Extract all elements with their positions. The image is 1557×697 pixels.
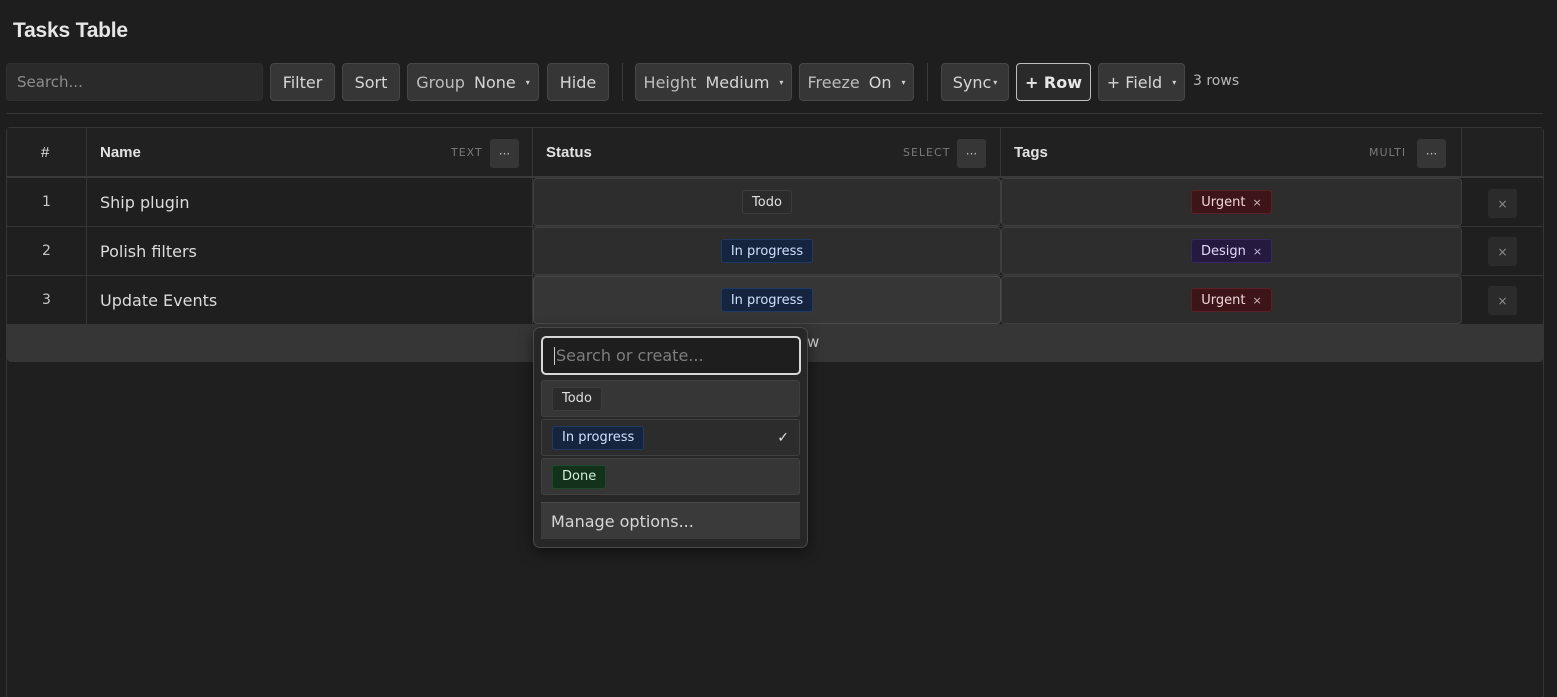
group-dropdown[interactable]: Group None ▾ xyxy=(407,63,539,101)
tags-cell[interactable]: Urgent × xyxy=(1001,178,1462,226)
row-number: 2 xyxy=(7,227,87,275)
option-in-progress[interactable]: In progress ✓ xyxy=(541,419,800,456)
status-pill: Todo xyxy=(742,190,792,214)
status-pill: In progress xyxy=(720,288,814,312)
remove-tag-icon[interactable]: × xyxy=(1253,196,1262,209)
column-label: Tags xyxy=(1014,144,1048,161)
manage-options-button[interactable]: Manage options... xyxy=(541,502,800,539)
status-options-dropdown: Search or create... Todo In progress ✓ D… xyxy=(533,327,808,548)
option-todo[interactable]: Todo xyxy=(541,380,800,417)
filter-button[interactable]: Filter xyxy=(270,63,335,101)
option-pill: In progress xyxy=(552,425,645,450)
column-header-index: # xyxy=(7,128,87,178)
tag-label: Urgent xyxy=(1201,194,1246,210)
column-header-tags[interactable]: Tags MULTI ··· xyxy=(1001,128,1462,178)
delete-row-button[interactable]: × xyxy=(1488,286,1517,315)
row-number: 3 xyxy=(7,276,87,324)
text-cursor xyxy=(554,346,555,365)
freeze-value: On xyxy=(868,72,892,92)
column-type: TEXT xyxy=(451,146,483,159)
delete-row-button[interactable]: × xyxy=(1488,189,1517,218)
tag-label: Design xyxy=(1200,243,1246,259)
option-search-placeholder: Search or create... xyxy=(556,346,704,365)
group-value: None xyxy=(473,72,516,92)
option-pill: Todo xyxy=(552,386,602,411)
chevron-down-icon: ▾ xyxy=(525,77,530,87)
table-row: 2 Polish filters In progress Design × × xyxy=(7,227,1543,276)
height-value: Medium xyxy=(705,72,770,92)
checkmark-icon: ✓ xyxy=(777,429,789,446)
sync-label: Sync xyxy=(952,72,992,92)
search-placeholder: Search... xyxy=(17,73,83,91)
height-dropdown[interactable]: Height Medium ▾ xyxy=(635,63,792,101)
divider xyxy=(6,113,1543,114)
add-row-bar-label: w xyxy=(807,333,820,351)
tag-pill: Design × xyxy=(1190,239,1273,263)
tags-cell[interactable]: Design × xyxy=(1001,227,1462,275)
column-label: Name xyxy=(100,144,141,161)
column-type: SELECT xyxy=(903,146,951,159)
tags-cell[interactable]: Urgent × xyxy=(1001,276,1462,324)
table-row: 1 Ship plugin Todo Urgent × × xyxy=(7,178,1543,227)
column-menu-button[interactable]: ··· xyxy=(1417,139,1446,168)
chevron-down-icon: ▾ xyxy=(779,77,784,87)
chevron-down-icon: ▾ xyxy=(901,77,906,87)
option-search-input[interactable]: Search or create... xyxy=(541,336,801,375)
status-cell[interactable]: In progress xyxy=(533,276,1001,324)
column-menu-button[interactable]: ··· xyxy=(957,139,986,168)
name-cell[interactable]: Ship plugin xyxy=(87,178,533,226)
add-field-dropdown[interactable]: + Field ▾ xyxy=(1098,63,1185,101)
chevron-down-icon: ▾ xyxy=(1172,77,1177,87)
remove-tag-icon[interactable]: × xyxy=(1253,245,1262,258)
column-header-name[interactable]: Name TEXT ··· xyxy=(87,128,533,178)
remove-tag-icon[interactable]: × xyxy=(1253,294,1262,307)
option-pill: Done xyxy=(552,464,607,489)
name-cell[interactable]: Update Events xyxy=(87,276,533,324)
column-header-status[interactable]: Status SELECT ··· xyxy=(533,128,1001,178)
group-label: Group xyxy=(416,72,465,92)
height-label: Height xyxy=(643,72,697,92)
tag-pill: Urgent × xyxy=(1191,190,1272,214)
option-done[interactable]: Done xyxy=(541,458,800,495)
hide-button[interactable]: Hide xyxy=(547,63,609,101)
toolbar-divider xyxy=(622,63,623,101)
delete-row-button[interactable]: × xyxy=(1488,237,1517,266)
tag-label: Urgent xyxy=(1201,292,1246,308)
add-field-label: + Field xyxy=(1106,72,1163,92)
column-type: MULTI xyxy=(1369,146,1407,159)
sort-button[interactable]: Sort xyxy=(342,63,400,101)
status-cell[interactable]: In progress xyxy=(533,227,1001,275)
sync-dropdown[interactable]: Sync ▾ xyxy=(941,63,1009,101)
column-label: # xyxy=(41,144,50,161)
freeze-label: Freeze xyxy=(807,72,860,92)
toolbar: Search... Filter Sort Group None ▾ Hide … xyxy=(0,0,1557,114)
freeze-dropdown[interactable]: Freeze On ▾ xyxy=(799,63,914,101)
toolbar-divider xyxy=(927,63,928,101)
add-row-button[interactable]: + Row xyxy=(1016,63,1091,101)
column-menu-button[interactable]: ··· xyxy=(490,139,519,168)
row-number: 1 xyxy=(7,178,87,226)
chevron-down-icon: ▾ xyxy=(993,77,998,87)
column-header-actions xyxy=(1462,128,1543,178)
table-row: 3 Update Events In progress Urgent × × xyxy=(7,276,1543,325)
column-label: Status xyxy=(546,144,592,161)
status-pill: In progress xyxy=(720,239,814,263)
name-cell[interactable]: Polish filters xyxy=(87,227,533,275)
tag-pill: Urgent × xyxy=(1191,288,1272,312)
row-count: 3 rows xyxy=(1193,73,1240,89)
search-input[interactable]: Search... xyxy=(6,63,263,101)
status-cell[interactable]: Todo xyxy=(533,178,1001,226)
